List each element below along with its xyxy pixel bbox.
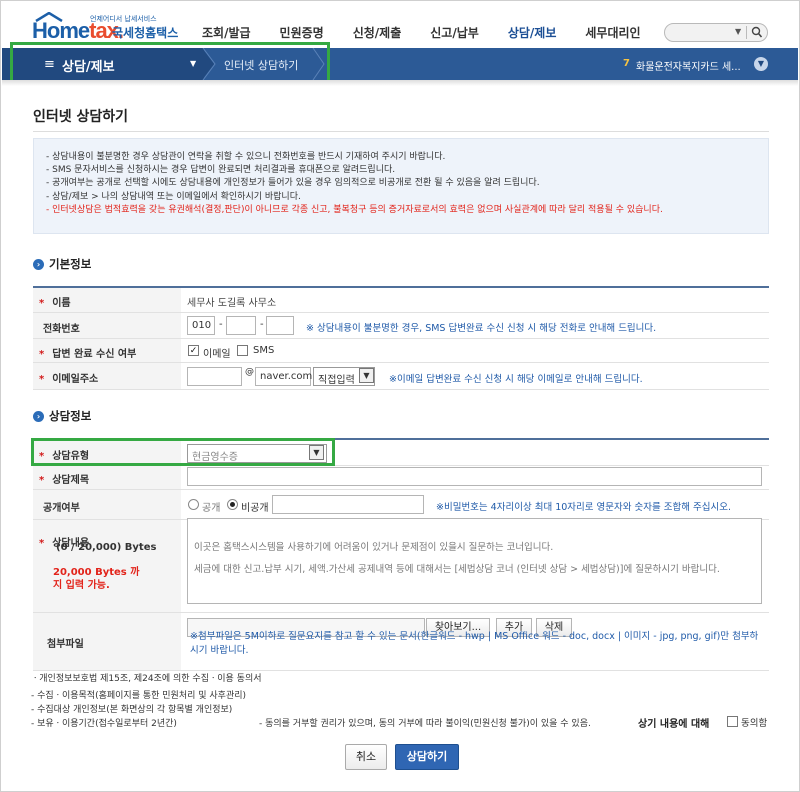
section-bullet-icon: › — [33, 411, 44, 422]
notice-number: 7 — [623, 58, 630, 69]
required-marker: * — [39, 538, 45, 549]
phone-hint: ※ 상담내용이 불분명한 경우, SMS 답변완료 수신 신청 시 해당 전화로… — [306, 323, 657, 334]
email-label: * 이메일주소 — [39, 374, 99, 385]
row-reply: * 답변 완료 수신 여부 ✓ 이메일 SMS — [33, 339, 769, 363]
info-line: 공개여부는 공개로 선택할 시에도 상담내용에 개인정보가 들어가 있을 경우 … — [46, 177, 663, 190]
menu-consult-report[interactable]: 상담/제보 — [508, 24, 557, 41]
search-dropdown-icon[interactable]: ▼ — [735, 27, 741, 36]
content-limit-warning: 20,000 Bytes 까지 입력 가능. — [53, 567, 140, 591]
row-phone: 전화번호 010 - - ※ 상담내용이 불분명한 경우, SMS 답변완료 수… — [33, 313, 769, 339]
page-frame: Hometax. 언제어디서 납세서비스 국세청홈택스 조회/발급 민원증명 신… — [0, 0, 800, 792]
attach-note: ※첨부파일은 5M이하로 질문요지를 참고 할 수 있는 문서(한글워드 - h… — [190, 631, 759, 656]
notice-info-box: 상담내용이 불분명한 경우 상담관이 연락을 취할 수 있으니 전화번호를 반드… — [33, 138, 769, 234]
info-line: 상담내용이 불분명한 경우 상담관이 연락을 취할 수 있으니 전화번호를 반드… — [46, 151, 663, 164]
info-line: 상담/제보 > 나의 상담내역 또는 이메일에서 확인하시기 바랍니다. — [46, 191, 663, 204]
highlight-box-consult-type — [31, 438, 335, 466]
menu-report-pay[interactable]: 신고/납부 — [430, 24, 479, 41]
section-basic-info: › 기본정보 — [33, 256, 91, 272]
content-byte-counter: (0 / 20,000) Bytes — [56, 542, 157, 553]
phone-prefix-input[interactable]: 010 — [187, 316, 215, 335]
consent-title: ㆍ개인정보보호법 제15조, 제24조에 의한 수집ㆍ이용 동의서 — [31, 674, 262, 684]
consent-line: - 보유ㆍ이용기간(접수일로부터 2년간) — [31, 719, 177, 729]
notice-ticker[interactable]: 화물운전자복지카드 세... — [636, 58, 741, 73]
reply-label: * 답변 완료 수신 여부 — [39, 349, 137, 360]
section-consult-info: › 상담정보 — [33, 408, 91, 424]
header-shadow — [2, 80, 798, 86]
agree-label: 동의함 — [741, 718, 768, 729]
content-textarea[interactable]: 이곳은 홈택스시스템을 사용하기에 어려움이 있거나 문제점이 있을시 질문하는… — [187, 518, 762, 604]
reply-email-label: 이메일 — [203, 349, 231, 360]
row-name: * 이름 세무사 도길록 사무소 — [33, 288, 769, 313]
subject-input[interactable] — [187, 467, 762, 486]
submit-consult-button[interactable]: 상담하기 — [395, 744, 459, 770]
required-marker: * — [39, 349, 45, 360]
email-id-input[interactable] — [187, 367, 242, 386]
logo-subtitle: 국세청홈택스 — [112, 26, 179, 40]
agree-checkbox[interactable] — [727, 716, 738, 727]
row-public: 공개여부 공개 비공개 ※비밀번호는 4자리이상 최대 10자리로 영문자와 숫… — [33, 490, 769, 520]
email-hint: ※이메일 답변완료 수신 신청 시 해당 이메일로 안내해 드립니다. — [389, 374, 643, 385]
phone-dash: - — [260, 319, 264, 330]
section-bullet-icon: › — [33, 259, 44, 270]
email-at: @ — [245, 367, 254, 377]
search-icon[interactable] — [751, 26, 763, 39]
menu-certificates[interactable]: 민원증명 — [280, 24, 324, 41]
info-line-warning: 인터넷상담은 법적효력을 갖는 유권해석(결정,판단)이 아니므로 각종 신고,… — [46, 204, 663, 217]
reply-sms-label: SMS — [253, 345, 275, 356]
private-radio-label: 비공개 — [241, 503, 269, 514]
navbar-right-edge — [780, 48, 798, 80]
section-basic-info-title: 기본정보 — [49, 257, 92, 271]
menu-tax-agent[interactable]: 세무대리인 — [585, 24, 640, 41]
phone-label: 전화번호 — [43, 324, 80, 335]
name-value: 세무사 도길록 사무소 — [187, 298, 277, 309]
row-email: * 이메일주소 @ naver.com 직접입력 ▼ ※이메일 답변완료 수신 신… — [33, 363, 769, 390]
menu-apply-submit[interactable]: 신청/제출 — [353, 24, 402, 41]
agree-prompt: 상기 내용에 대해 — [638, 719, 710, 730]
private-radio[interactable] — [227, 499, 238, 510]
cancel-button[interactable]: 취소 — [345, 744, 387, 770]
password-hint: ※비밀번호는 4자리이상 최대 10자리로 영문자와 숫자를 조합해 주십시오. — [436, 502, 731, 513]
email-domain-select-value: 직접입력 — [318, 375, 355, 386]
subject-label: * 상담제목 — [39, 475, 90, 486]
consent-line: - 수집ㆍ이용목적(홈페이지를 통한 민원처리 및 사후관리) — [31, 691, 247, 701]
info-line: SMS 문자서비스를 신청하시는 경우 답변이 완료되면 처리결과를 휴대폰으로… — [46, 164, 663, 177]
phone-dash: - — [219, 319, 223, 330]
public-radio[interactable] — [188, 499, 199, 510]
logo-tagline: 언제어디서 납세서비스 — [90, 15, 157, 23]
menu-inquiry-issue[interactable]: 조회/발급 — [202, 24, 251, 41]
phone-last-input[interactable] — [266, 316, 294, 335]
attach-label: 첨부파일 — [47, 639, 84, 650]
search-divider — [746, 26, 747, 39]
content-placeholder-line: 이곳은 홈택스시스템을 사용하기에 어려움이 있거나 문제점이 있을시 질문하는… — [194, 542, 554, 553]
notice-expand-icon[interactable]: ▼ — [754, 57, 768, 71]
required-marker: * — [39, 374, 45, 385]
consent-right-text: - 동의를 거부할 권리가 있으며, 동의 거부에 따라 불이익(민원신청 불가… — [259, 719, 591, 729]
reply-sms-checkbox[interactable] — [237, 345, 248, 356]
public-radio-label: 공개 — [202, 503, 221, 514]
required-marker: * — [39, 298, 45, 309]
reply-email-checkbox[interactable]: ✓ — [188, 345, 199, 356]
row-subject: * 상담제목 — [33, 466, 769, 490]
main-menu: 조회/발급 민원증명 신청/제출 신고/납부 상담/제보 세무대리인 — [202, 24, 670, 41]
phone-middle-input[interactable] — [226, 316, 256, 335]
section-consult-info-title: 상담정보 — [49, 409, 92, 423]
email-domain-input[interactable]: naver.com — [255, 367, 312, 386]
name-label: * 이름 — [39, 298, 71, 309]
page-title: 인터넷 상담하기 — [33, 109, 129, 125]
password-input[interactable] — [272, 495, 424, 514]
basic-info-table: * 이름 세무사 도길록 사무소 전화번호 010 - - ※ 상담내용이 불분명… — [33, 286, 769, 390]
content-placeholder-line: 세금에 대한 신고.납부 시기, 세액.가산세 공제내역 등에 대해서는 [세법… — [194, 564, 720, 575]
title-divider — [33, 131, 769, 132]
top-search-box[interactable]: ▼ — [664, 23, 768, 42]
public-label: 공개여부 — [43, 503, 80, 514]
chevron-down-icon[interactable]: ▼ — [359, 368, 374, 383]
required-marker: * — [39, 475, 45, 486]
consent-line: - 수집대상 개인정보(본 화면상의 각 항목별 개인정보) — [31, 705, 233, 715]
